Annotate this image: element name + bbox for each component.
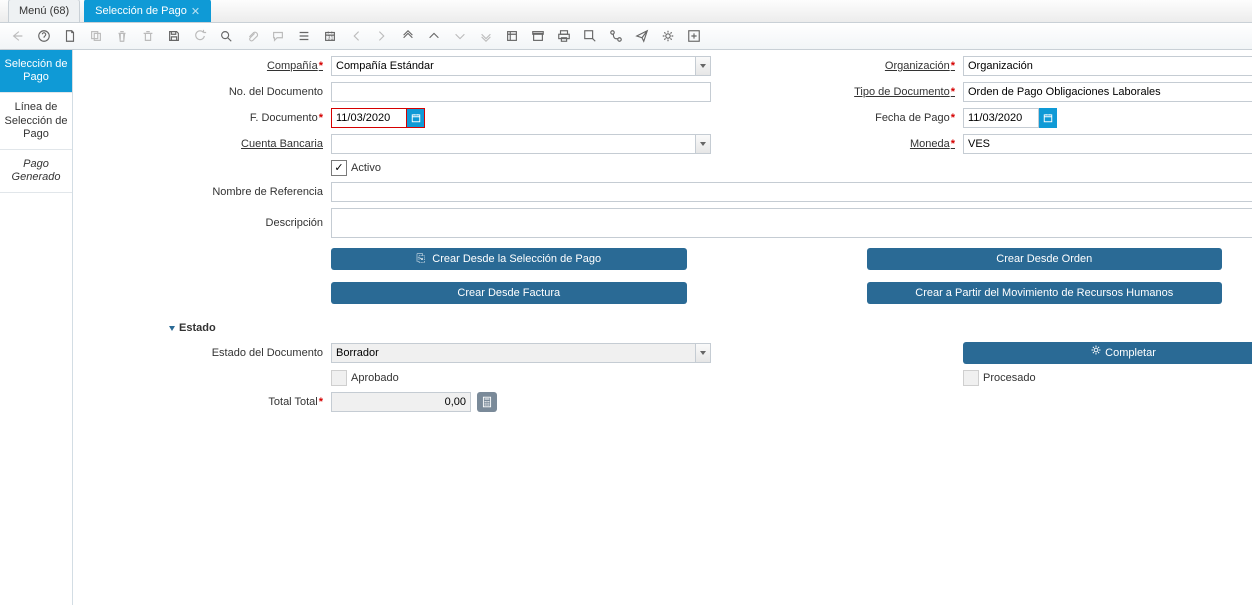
tab-seleccion-pago[interactable]: Selección de Pago ✕ (84, 0, 211, 22)
nav-first-icon[interactable] (346, 26, 366, 46)
btn-completar[interactable]: Completar (963, 342, 1252, 364)
chevron-down-icon[interactable] (695, 134, 711, 154)
btn-crear-desde-seleccion[interactable]: ⎘ Crear Desde la Selección de Pago (331, 248, 687, 270)
organizacion-input[interactable] (963, 56, 1252, 76)
help-icon[interactable] (34, 26, 54, 46)
chevron-down-icon[interactable] (695, 343, 711, 363)
window-tabstrip: Menú (68) Selección de Pago ✕ (0, 0, 1252, 23)
tipo-documento-input[interactable] (963, 82, 1252, 102)
toolbar: 31 (0, 23, 1252, 50)
print-icon[interactable] (554, 26, 574, 46)
label-activo: Activo (351, 162, 381, 174)
form-content: Compañía* Organización* No. del Document… (73, 50, 1252, 605)
child-icon[interactable] (476, 26, 496, 46)
calendar-icon[interactable]: 31 (320, 26, 340, 46)
aprobado-field: Aprobado (331, 370, 711, 386)
up-icon[interactable] (424, 26, 444, 46)
label-no-documento: No. del Documento (73, 86, 327, 98)
collapse-arrow-icon (169, 326, 175, 331)
nav-last-icon[interactable] (372, 26, 392, 46)
fecha-pago-input[interactable] (963, 108, 1039, 128)
chat-icon[interactable] (268, 26, 288, 46)
parent-icon[interactable] (398, 26, 418, 46)
calendar-icon[interactable] (407, 108, 425, 128)
label-descripcion: Descripción (73, 217, 327, 229)
report-icon[interactable] (502, 26, 522, 46)
label-fecha-pago: Fecha de Pago* (759, 112, 959, 124)
btn-crear-desde-factura[interactable]: Crear Desde Factura (331, 282, 687, 304)
trash-icon[interactable] (138, 26, 158, 46)
side-tabs: Selección de Pago Línea de Selección de … (0, 50, 73, 605)
no-documento-input[interactable] (331, 82, 711, 102)
btn-crear-desde-orden[interactable]: Crear Desde Orden (867, 248, 1223, 270)
estado-doc-select[interactable] (331, 343, 711, 363)
down-icon[interactable] (450, 26, 470, 46)
procesado-field: Procesado (963, 370, 1252, 386)
gear-icon (1090, 347, 1102, 359)
gear-icon[interactable] (658, 26, 678, 46)
label-organizacion: Organización* (759, 60, 959, 72)
sidetab-seleccion-pago[interactable]: Selección de Pago (0, 50, 72, 93)
activo-field: Activo (331, 160, 711, 176)
cuenta-bancaria-input[interactable] (331, 134, 695, 154)
refresh-icon[interactable] (190, 26, 210, 46)
label-procesado: Procesado (983, 372, 1036, 384)
tab-menu-label: Menú (68) (19, 5, 69, 17)
tipo-documento-select[interactable] (963, 82, 1252, 102)
copy-icon: ⎘ (416, 253, 425, 265)
organizacion-select[interactable] (963, 56, 1252, 76)
label-nombre-ref: Nombre de Referencia (73, 186, 327, 198)
tab-seleccion-pago-label: Selección de Pago (95, 5, 187, 17)
f-documento-input[interactable] (331, 108, 407, 128)
moneda-input[interactable] (963, 134, 1252, 154)
compania-input[interactable] (331, 56, 695, 76)
sidetab-pago-generado[interactable]: Pago Generado (0, 150, 72, 193)
btn-crear-desde-seleccion-label: Crear Desde la Selección de Pago (432, 253, 601, 265)
aprobado-checkbox (331, 370, 347, 386)
svg-text:31: 31 (328, 36, 334, 42)
archive-icon[interactable] (528, 26, 548, 46)
chevron-down-icon[interactable] (695, 56, 711, 76)
compania-select[interactable] (331, 56, 711, 76)
copy-icon[interactable] (86, 26, 106, 46)
procesado-checkbox (963, 370, 979, 386)
moneda-select[interactable] (963, 134, 1252, 154)
close-icon[interactable]: ✕ (191, 5, 200, 18)
search-icon[interactable] (216, 26, 236, 46)
label-tipo-documento: Tipo de Documento* (759, 86, 959, 98)
estado-doc-input (331, 343, 695, 363)
calculator-icon[interactable] (477, 392, 497, 412)
label-f-documento: F. Documento* (73, 112, 327, 124)
send-icon[interactable] (632, 26, 652, 46)
cuenta-bancaria-select[interactable] (331, 134, 711, 154)
section-estado[interactable]: Estado (169, 322, 1252, 334)
undo-icon[interactable] (8, 26, 28, 46)
label-total-total: Total Total* (73, 396, 327, 408)
activo-checkbox[interactable] (331, 160, 347, 176)
zoom-icon[interactable] (580, 26, 600, 46)
sidetab-linea-seleccion-pago[interactable]: Línea de Selección de Pago (0, 93, 72, 150)
label-compania: Compañía* (73, 60, 327, 72)
exit-icon[interactable] (684, 26, 704, 46)
list-icon[interactable] (294, 26, 314, 46)
descripcion-textarea[interactable] (331, 208, 1252, 238)
label-estado-doc: Estado del Documento (73, 347, 327, 359)
label-cuenta-bancaria: Cuenta Bancaria (73, 138, 327, 150)
btn-completar-label: Completar (1105, 347, 1156, 359)
nombre-ref-input[interactable] (331, 182, 1252, 202)
btn-crear-rrhh[interactable]: Crear a Partir del Movimiento de Recurso… (867, 282, 1223, 304)
calendar-icon[interactable] (1039, 108, 1057, 128)
save-icon[interactable] (164, 26, 184, 46)
tab-menu[interactable]: Menú (68) (8, 0, 80, 22)
new-icon[interactable] (60, 26, 80, 46)
delete-icon[interactable] (112, 26, 132, 46)
section-estado-label: Estado (179, 322, 216, 334)
total-total-input (331, 392, 471, 412)
label-moneda: Moneda* (759, 138, 959, 150)
attachment-icon[interactable] (242, 26, 262, 46)
workflow-icon[interactable] (606, 26, 626, 46)
label-aprobado: Aprobado (351, 372, 399, 384)
